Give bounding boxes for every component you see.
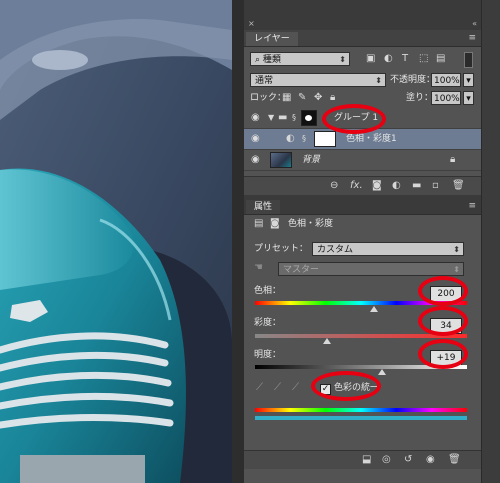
- canvas-gutter: [232, 0, 244, 483]
- layer-row-background[interactable]: ◉ 背景 🔒︎: [244, 150, 481, 171]
- lock-icon: 🔒︎: [450, 154, 456, 165]
- reset-icon[interactable]: ↺: [404, 454, 412, 465]
- eye-icon[interactable]: ◉: [251, 154, 260, 165]
- layers-tabbar: レイヤー ≡: [244, 30, 481, 47]
- trash-icon[interactable]: 🗑︎: [452, 180, 465, 191]
- lock-position-icon[interactable]: ✥: [314, 92, 322, 104]
- fill-dropdown-button[interactable]: ▾: [463, 91, 474, 105]
- highlight-ring-lightness: [418, 339, 468, 369]
- adjustment-mask-thumbnail[interactable]: [314, 131, 336, 147]
- disclosure-triangle-icon[interactable]: ▼: [268, 112, 274, 124]
- opacity-input[interactable]: 100%: [431, 73, 461, 87]
- panel-menu-icon[interactable]: ≡: [468, 32, 476, 44]
- lightness-label: 明度：: [254, 350, 282, 360]
- lock-transparent-icon[interactable]: ▦: [282, 92, 291, 104]
- kind-filter-select[interactable]: ⌕ 種類 ⬍: [250, 52, 350, 66]
- fill-input[interactable]: 100%: [431, 91, 461, 105]
- panel-dock-edge: [481, 0, 500, 483]
- view-previous-icon[interactable]: ◎: [382, 454, 391, 465]
- opacity-value: 100%: [434, 76, 460, 86]
- background-thumbnail[interactable]: [270, 152, 292, 168]
- channel-select[interactable]: マスター ⬍: [278, 262, 464, 276]
- opacity-dropdown-button[interactable]: ▾: [463, 73, 474, 87]
- input-color-bar: [255, 408, 467, 412]
- link-layers-icon[interactable]: ⊖: [330, 180, 338, 191]
- trash-icon[interactable]: 🗑︎: [448, 454, 461, 465]
- link-icon: §: [292, 113, 296, 122]
- lock-label: ロック：: [250, 93, 287, 103]
- highlight-ring-colorize: [311, 371, 381, 401]
- lock-image-icon[interactable]: ✎: [298, 92, 306, 104]
- chevron-down-icon: ⬍: [453, 245, 460, 254]
- panel-menu-icon[interactable]: ≡: [468, 200, 476, 212]
- saturation-label: 彩度：: [254, 318, 282, 328]
- saturation-slider-thumb[interactable]: [323, 338, 332, 344]
- hue-label: 色相：: [254, 286, 282, 296]
- opacity-label: 不透明度：: [390, 75, 436, 85]
- shape-filter-icon[interactable]: ⬚: [419, 53, 428, 65]
- collapse-icon[interactable]: «: [472, 18, 477, 30]
- eyedropper-icon[interactable]: ⟋: [256, 382, 263, 394]
- preset-label: プリセット：: [254, 244, 309, 254]
- properties-footer: ⬓ ◎ ↺ ◉ 🗑︎: [244, 450, 481, 469]
- visibility-eye-icon[interactable]: ◉: [426, 454, 435, 465]
- panel-top-strip: × «: [244, 18, 481, 30]
- output-color-bar: [255, 416, 467, 420]
- fx-icon[interactable]: fx.: [350, 180, 363, 191]
- highlight-ring-group-name: [322, 104, 386, 134]
- tab-layers[interactable]: レイヤー: [246, 32, 298, 46]
- mask-icon[interactable]: ◙: [270, 218, 280, 230]
- eye-icon[interactable]: ◉: [251, 112, 260, 123]
- type-filter-icon[interactable]: T: [402, 53, 408, 65]
- preset-value: カスタム: [317, 245, 354, 255]
- folder-icon: ▬: [278, 112, 288, 123]
- preset-select[interactable]: カスタム ⬍: [312, 242, 464, 256]
- hue-slider-thumb[interactable]: [369, 306, 378, 312]
- canvas-photo: [0, 0, 232, 483]
- kind-filter-value: 種類: [262, 55, 281, 65]
- layer-name[interactable]: 背景: [302, 153, 320, 167]
- eye-icon[interactable]: ◉: [251, 133, 260, 144]
- clip-to-layer-icon[interactable]: ⬓: [362, 454, 371, 465]
- channel-value: マスター: [283, 265, 320, 275]
- chevron-down-icon: ⬍: [339, 55, 346, 64]
- pixel-filter-icon[interactable]: ▣: [366, 53, 375, 65]
- eyedropper-minus-icon[interactable]: ⟋: [292, 382, 299, 394]
- blend-mode-value: 通常: [255, 76, 274, 86]
- close-icon[interactable]: ×: [248, 18, 255, 30]
- highlight-ring-saturation: [418, 306, 468, 336]
- fill-label: 塗り：: [406, 93, 434, 103]
- link-icon: §: [302, 134, 306, 143]
- new-adjustment-icon[interactable]: ◐: [392, 180, 401, 191]
- lock-all-icon[interactable]: 🔒︎: [330, 92, 335, 104]
- search-icon: ⌕: [255, 55, 261, 65]
- adjustment-layer-icon: ◐: [286, 133, 295, 144]
- properties-tabbar: 属性 ≡: [244, 198, 481, 215]
- layers-footer: ⊖ fx. ◙ ◐ ▬ ▫ 🗑︎: [244, 176, 481, 195]
- chevron-down-icon: ⬍: [375, 76, 382, 85]
- eyedropper-plus-icon[interactable]: ⟋: [274, 382, 281, 394]
- smart-object-filter-icon[interactable]: ▤: [436, 53, 445, 65]
- adjustment-title: 色相・彩度: [288, 219, 334, 229]
- new-group-icon[interactable]: ▬: [412, 180, 421, 191]
- filter-toggle[interactable]: [464, 52, 473, 68]
- adjustment-filter-icon[interactable]: ◐: [384, 53, 393, 65]
- target-adjust-hand-icon[interactable]: ☚: [254, 262, 263, 274]
- fill-value: 100%: [434, 94, 460, 104]
- highlight-ring-hue: [418, 276, 468, 306]
- layer-name[interactable]: 色相・彩度1: [346, 132, 397, 146]
- new-layer-icon[interactable]: ▫: [432, 180, 439, 191]
- add-mask-icon[interactable]: ◙: [372, 180, 382, 191]
- hue-saturation-icon: ▤: [254, 218, 264, 229]
- chevron-down-icon: ⬍: [453, 265, 460, 274]
- tab-properties[interactable]: 属性: [246, 200, 281, 214]
- blend-mode-select[interactable]: 通常 ⬍: [250, 73, 386, 87]
- group-mask-thumbnail[interactable]: [301, 110, 317, 126]
- lightness-slider-thumb[interactable]: [378, 369, 387, 375]
